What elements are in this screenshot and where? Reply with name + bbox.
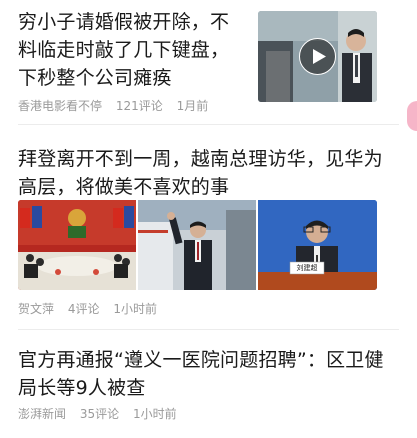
- comment-count: 35评论: [79, 407, 120, 421]
- article-meta: 澎湃新闻 35评论 1小时前: [18, 406, 187, 422]
- waving-man-image[interactable]: [138, 200, 256, 290]
- news-item[interactable]: 穷小子请婚假被开除，不料临走时敲了几下键盘，下秒整个公司瘫痪 香港电影看不停 1…: [0, 0, 417, 131]
- press-conference-image[interactable]: 刘建超: [258, 200, 377, 290]
- comment-count: 121评论: [115, 99, 163, 113]
- news-feed: 穷小子请婚假被开除，不料临走时敲了几下键盘，下秒整个公司瘫痪 香港电影看不停 1…: [0, 0, 417, 438]
- play-icon[interactable]: [299, 38, 336, 75]
- article-meta: 香港电影看不停 121评论 1月前: [18, 98, 218, 114]
- source-label[interactable]: 香港电影看不停: [18, 99, 102, 113]
- publish-time: 1小时前: [113, 302, 157, 316]
- image-gallery[interactable]: 刘建超: [18, 200, 377, 290]
- article-title[interactable]: 拜登离开不到一周，越南总理访华，见华为高层，将做美不喜欢的事: [18, 145, 398, 201]
- nameplate-label: 刘建超: [296, 264, 318, 272]
- article-title[interactable]: 官方再通报“遵义一医院问题招聘”：区卫健局长等9人被查: [18, 346, 398, 402]
- news-item[interactable]: 官方再通报“遵义一医院问题招聘”：区卫健局长等9人被查 澎湃新闻 35评论 1小…: [0, 330, 417, 438]
- source-label[interactable]: 贺文萍: [18, 302, 54, 316]
- publish-time: 1小时前: [132, 407, 177, 421]
- news-item[interactable]: 拜登离开不到一周，越南总理访华，见华为高层，将做美不喜欢的事 刘建超 贺文萍 4…: [0, 125, 417, 330]
- source-label[interactable]: 澎湃新闻: [18, 407, 66, 421]
- comment-count: 4评论: [67, 302, 100, 316]
- article-title[interactable]: 穷小子请婚假被开除，不料临走时敲了几下键盘，下秒整个公司瘫痪: [18, 8, 246, 92]
- video-thumbnail[interactable]: [258, 11, 377, 102]
- article-meta: 贺文萍 4评论 1小时前: [18, 301, 167, 317]
- meeting-hall-image[interactable]: [18, 200, 136, 290]
- publish-time: 1月前: [176, 99, 209, 113]
